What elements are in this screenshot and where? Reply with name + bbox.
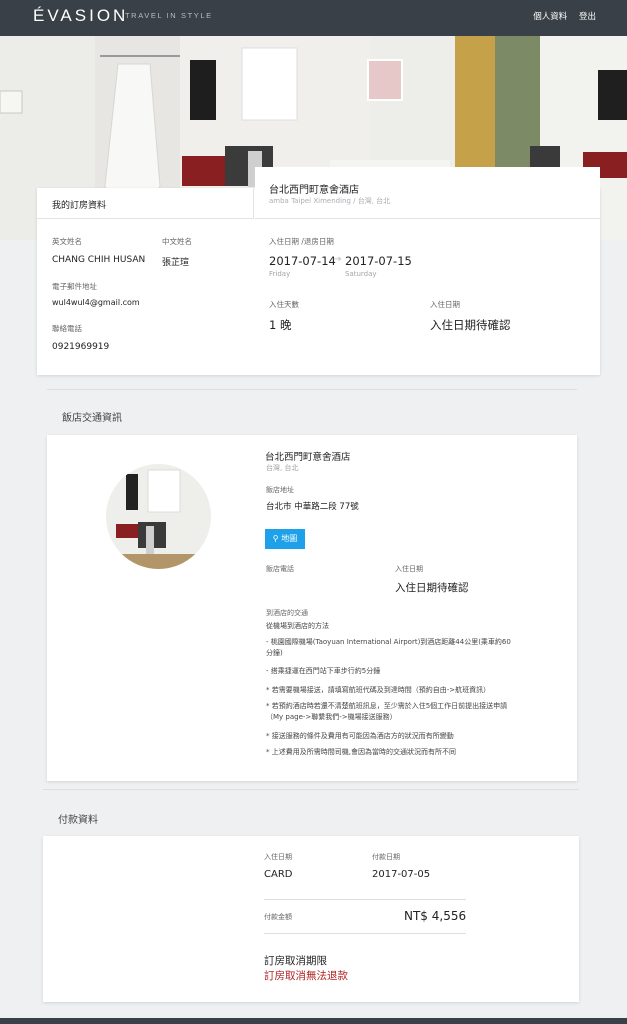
address-value: 台北市 中華路二段 77號 [266, 502, 359, 512]
hotel-header: 台北西門町意舍酒店 amba Taipei Ximending / 台灣, 台北 [255, 167, 600, 219]
en-name-value: CHANG CHIH HUSAN [52, 255, 146, 265]
airport-title: 從機場到酒店的方法 [266, 622, 329, 630]
hotel-subtitle: amba Taipei Ximending / 台灣, 台北 [269, 197, 391, 205]
hotel-phone-label: 飯店電話 [266, 565, 294, 573]
checkin-label: 入住日期 [430, 300, 460, 309]
divider [264, 933, 466, 934]
dates-label: 入住日期 /退房日期 [269, 237, 334, 246]
nav-profile-link[interactable]: 個人資料 [533, 12, 567, 22]
top-bar: ÉVASION TRAVEL IN STYLE 個人資料 登出 [0, 0, 627, 36]
logo[interactable]: ÉVASION [33, 6, 128, 26]
checkout-day: Saturday [345, 270, 377, 278]
transport-note: * 若需要機場接送，請填寫航班代碼及到達時間（預約自由->航班資訊） [266, 686, 491, 694]
nights-value: 1 晚 [269, 318, 292, 332]
nav-logout-link[interactable]: 登出 [579, 12, 596, 22]
transport-checkin-label: 入住日期 [395, 565, 423, 573]
transport-note: * 若預約酒店時若還不清楚航班訊息，至少需於入住5個工作日前提出接送申請（My … [266, 702, 508, 721]
map-button[interactable]: ⚲ 地圖 [265, 529, 305, 549]
phone-label: 聯絡電話 [52, 324, 82, 333]
map-pin-icon: ⚲ [272, 534, 279, 543]
payment-method-value: CARD [264, 869, 293, 880]
transport-hotel-name: 台北西門町意舍酒店 [265, 452, 351, 463]
hotel-photo [106, 464, 211, 569]
checkin-date: 2017-07-14 [269, 254, 336, 268]
email-label: 電子郵件地址 [52, 282, 97, 291]
footer-bar [0, 1018, 627, 1024]
zh-name-value: 張芷瑄 [162, 258, 190, 268]
nights-label: 入住天數 [269, 300, 299, 309]
checkout-date: 2017-07-15 [345, 254, 412, 268]
email-value: wul4wul4@gmail.com [52, 298, 140, 307]
payment-date-value: 2017-07-05 [372, 869, 431, 880]
payment-date-label: 付款日期 [372, 853, 400, 861]
transport-note: - 桃園國際機場(Taoyuan International Airport)到… [266, 638, 511, 657]
payment-method-label: 入住日期 [264, 853, 292, 861]
transport-note: - 搭乘捷運在西門站下車步行約5分鐘 [266, 667, 381, 675]
payment-amount-label: 付款金額 [264, 913, 292, 921]
transport-card: 台北西門町意舍酒店 台灣, 台北 飯店地址 台北市 中華路二段 77號 ⚲ 地圖… [47, 435, 577, 781]
payment-card: 入住日期 CARD 付款日期 2017-07-05 付款金額 NT$ 4,556… [43, 836, 579, 1002]
divider [43, 789, 579, 790]
date-arrow-icon: → [333, 254, 342, 265]
cancel-deadline-title: 訂房取消期限 [264, 955, 327, 967]
booking-card: 我的訂房資料 台北西門町意舍酒店 amba Taipei Ximending /… [37, 167, 600, 375]
payment-amount-value: NT$ 4,556 [404, 909, 467, 923]
tab-my-booking-label: 我的訂房資料 [52, 201, 107, 211]
tagline: TRAVEL IN STYLE [125, 11, 213, 20]
transport-label: 到酒店的交通 [266, 609, 308, 617]
transport-note: * 接送服務的條件及費用有可能因為酒店方的狀況而有所變動 [266, 732, 454, 740]
address-label: 飯店地址 [266, 486, 294, 494]
tab-my-booking[interactable]: 我的訂房資料 [37, 188, 254, 219]
divider [264, 899, 466, 900]
transport-checkin-status: 入住日期待確認 [395, 582, 469, 594]
en-name-label: 英文姓名 [52, 237, 82, 246]
top-nav: 個人資料 登出 [524, 10, 596, 22]
cancel-policy-text: 訂房取消無法退款 [264, 970, 348, 982]
transport-note: * 上述費用及所需時間司機,會因為當時的交通狀況而有所不同 [266, 748, 456, 756]
hotel-name: 台北西門町意舍酒店 [269, 185, 359, 196]
map-button-label: 地圖 [281, 534, 298, 543]
transport-location: 台灣, 台北 [266, 464, 299, 472]
divider [47, 389, 577, 390]
checkin-day: Friday [269, 270, 291, 278]
checkin-status: 入住日期待確認 [430, 318, 511, 332]
zh-name-label: 中文姓名 [162, 237, 192, 246]
transport-section-title: 飯店交通資訊 [62, 413, 122, 424]
payment-section-title: 付款資料 [58, 815, 98, 826]
phone-value: 0921969919 [52, 342, 110, 352]
